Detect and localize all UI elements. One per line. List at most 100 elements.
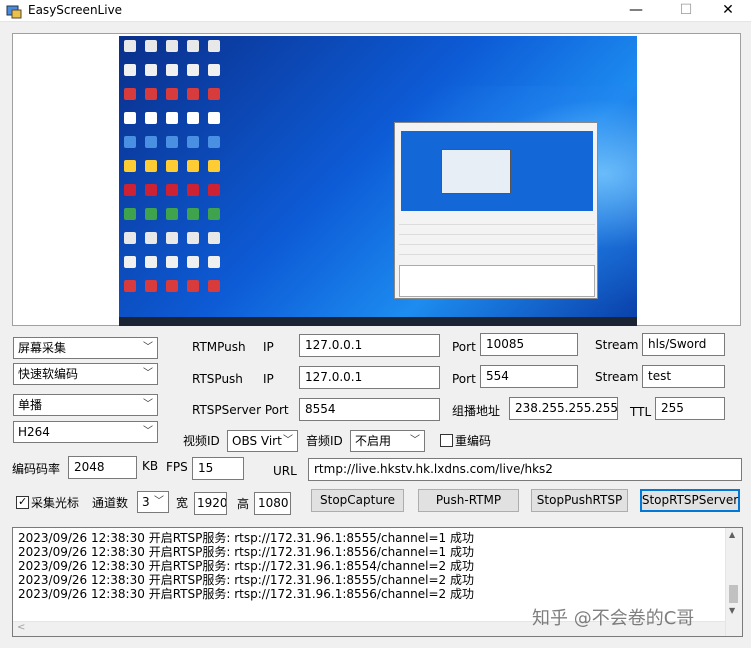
scroll-down-icon[interactable]: ▼ bbox=[729, 606, 735, 615]
capture-mode-select[interactable]: 屏幕采集 ﹀ bbox=[13, 337, 158, 359]
rtmp-port-label: Port bbox=[452, 340, 476, 354]
bitrate-input[interactable]: 2048 bbox=[68, 456, 137, 479]
desktop-shortcut-icon bbox=[124, 184, 136, 196]
bitrate-unit: KB bbox=[142, 459, 159, 473]
stop-push-rtsp-button[interactable]: StopPushRTSP bbox=[531, 489, 628, 512]
desktop-shortcut-icon bbox=[124, 64, 136, 76]
desktop-shortcut-icon bbox=[187, 40, 199, 52]
desktop-shortcut-icon bbox=[145, 64, 157, 76]
chevron-down-icon: ﹀ bbox=[143, 368, 153, 379]
log-line: 2023/09/26 12:38:30 开启RTSP服务: rtsp://172… bbox=[18, 531, 474, 545]
channels-select[interactable]: 3 ﹀ bbox=[137, 491, 169, 513]
rtsp-port-label: Port bbox=[452, 372, 476, 386]
vertical-scrollbar[interactable]: ▲ ▼ bbox=[725, 528, 742, 636]
capture-cursor-checkbox[interactable] bbox=[16, 495, 29, 509]
rtmp-stream-label: Stream bbox=[595, 338, 639, 352]
desktop-shortcut-icon bbox=[124, 40, 136, 52]
rtsp-ip-input[interactable]: 127.0.0.1 bbox=[299, 366, 440, 389]
desktop-shortcut-icon bbox=[124, 208, 136, 220]
rtmp-port-input[interactable]: 10085 bbox=[480, 333, 578, 356]
desktop-shortcut-icon bbox=[208, 136, 220, 148]
desktop-shortcut-icon bbox=[166, 256, 178, 268]
nested-preview bbox=[401, 131, 593, 211]
desktop-shortcut-icon bbox=[208, 40, 220, 52]
push-rtmp-button[interactable]: Push-RTMP bbox=[418, 489, 519, 512]
reencode-checkbox[interactable] bbox=[440, 434, 453, 447]
rtmp-ip-input[interactable]: 127.0.0.1 bbox=[299, 334, 440, 357]
rtmp-ip-label: IP bbox=[263, 340, 274, 354]
window-title: EasyScreenLive bbox=[28, 3, 123, 17]
desktop-shortcut-icon bbox=[145, 256, 157, 268]
desktop-shortcut-icon bbox=[187, 112, 199, 124]
title-bar: EasyScreenLive — ☐ ✕ bbox=[0, 0, 751, 22]
desktop-shortcut-icon bbox=[208, 184, 220, 196]
desktop-shortcut-icon bbox=[166, 112, 178, 124]
desktop-shortcut-icon bbox=[187, 208, 199, 220]
desktop-shortcut-icon bbox=[208, 88, 220, 100]
fps-input[interactable]: 15 bbox=[192, 457, 244, 480]
desktop-shortcut-icon bbox=[166, 64, 178, 76]
chevron-down-icon: ﹀ bbox=[154, 496, 164, 507]
video-id-value: OBS Virt bbox=[232, 434, 282, 448]
desktop-shortcut-icon bbox=[124, 112, 136, 124]
desktop-shortcut-icon bbox=[145, 40, 157, 52]
desktop-shortcut-icon bbox=[124, 160, 136, 172]
audio-id-select[interactable]: 不启用 ﹀ bbox=[350, 430, 425, 452]
desktop-shortcut-icon bbox=[145, 160, 157, 172]
desktop-shortcut-icon bbox=[208, 208, 220, 220]
cast-mode-value: 单播 bbox=[18, 398, 43, 412]
log-line: 2023/09/26 12:38:30 开启RTSP服务: rtsp://172… bbox=[18, 545, 474, 559]
codec-select[interactable]: H264 ﹀ bbox=[13, 421, 158, 443]
rtsp-port-input[interactable]: 554 bbox=[480, 365, 578, 388]
chevron-down-icon: ﹀ bbox=[410, 435, 420, 446]
nested-app-window bbox=[394, 122, 598, 299]
reencode-label: 重编码 bbox=[455, 434, 492, 448]
captured-desktop-image bbox=[119, 36, 637, 326]
desktop-shortcut-icon bbox=[166, 160, 178, 172]
desktop-shortcut-icon bbox=[187, 280, 199, 292]
multicast-input[interactable]: 238.255.255.255 bbox=[509, 397, 618, 420]
url-label: URL bbox=[273, 464, 297, 478]
desktop-shortcut-icon bbox=[187, 160, 199, 172]
capture-cursor-label: 采集光标 bbox=[31, 496, 80, 510]
channels-value: 3 bbox=[142, 495, 150, 509]
bitrate-label: 编码码率 bbox=[12, 462, 61, 476]
stop-capture-button[interactable]: StopCapture bbox=[311, 489, 404, 512]
desktop-shortcut-icon bbox=[166, 136, 178, 148]
height-label: 高 bbox=[237, 497, 250, 511]
close-button[interactable]: ✕ bbox=[705, 0, 751, 22]
stop-rtsp-server-button[interactable]: StopRTSPServer bbox=[640, 489, 740, 512]
desktop-shortcut-icon bbox=[187, 88, 199, 100]
rtsp-push-label: RTSPush bbox=[192, 372, 243, 386]
maximize-button[interactable]: ☐ bbox=[663, 0, 709, 22]
url-input[interactable]: rtmp://live.hkstv.hk.lxdns.com/live/hks2 bbox=[308, 458, 742, 481]
desktop-shortcut-icon bbox=[166, 40, 178, 52]
log-line: 2023/09/26 12:38:30 开启RTSP服务: rtsp://172… bbox=[18, 559, 474, 573]
log-line: 2023/09/26 12:38:30 开启RTSP服务: rtsp://172… bbox=[18, 587, 474, 601]
desktop-shortcut-icon bbox=[145, 184, 157, 196]
desktop-shortcut-icon bbox=[208, 232, 220, 244]
cast-mode-select[interactable]: 单播 ﹀ bbox=[13, 394, 158, 416]
width-input[interactable]: 1920 bbox=[194, 492, 227, 515]
encoder-select[interactable]: 快速软编码 ﹀ bbox=[13, 363, 158, 385]
codec-value: H264 bbox=[18, 425, 50, 439]
rtsp-stream-input[interactable]: test bbox=[642, 365, 725, 388]
minimize-button[interactable]: — bbox=[613, 0, 659, 22]
scroll-thumb[interactable] bbox=[729, 585, 738, 603]
scroll-left-icon[interactable]: < bbox=[17, 622, 25, 633]
video-id-select[interactable]: OBS Virt ﹀ bbox=[227, 430, 298, 452]
ttl-input[interactable]: 255 bbox=[655, 397, 725, 420]
desktop-shortcut-icon bbox=[145, 280, 157, 292]
chevron-down-icon: ﹀ bbox=[143, 399, 153, 410]
height-input[interactable]: 1080 bbox=[254, 492, 291, 515]
desktop-shortcut-icon bbox=[166, 184, 178, 196]
desktop-shortcut-icon bbox=[187, 184, 199, 196]
width-label: 宽 bbox=[176, 496, 189, 510]
encoder-value: 快速软编码 bbox=[18, 367, 79, 381]
rtmp-stream-input[interactable]: hls/Sword bbox=[642, 333, 725, 356]
scroll-up-icon[interactable]: ▲ bbox=[729, 530, 735, 539]
desktop-shortcut-icon bbox=[166, 232, 178, 244]
video-id-label: 视频ID bbox=[183, 434, 220, 448]
rtsp-server-port-input[interactable]: 8554 bbox=[299, 398, 440, 421]
chevron-down-icon: ﹀ bbox=[143, 342, 153, 353]
